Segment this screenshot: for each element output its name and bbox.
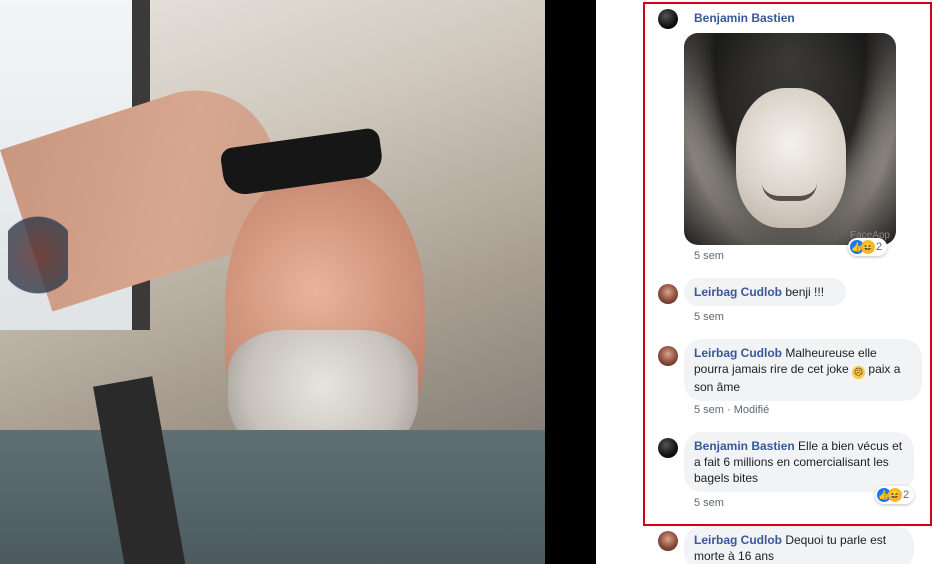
comment-author[interactable]: Leirbag Cudlob [694, 285, 782, 299]
comment-timestamp[interactable]: 5 sem [694, 250, 724, 262]
haha-icon: 😆 [861, 240, 875, 254]
comment-bubble: Leirbag Cudlob Dequoi tu parle est morte… [684, 526, 914, 564]
avatar[interactable] [658, 438, 678, 458]
comment-image[interactable]: FaceApp [684, 33, 896, 245]
comment-timestamp[interactable]: 5 sem · Modifié [694, 404, 769, 416]
comments-panel: Benjamin Bastien FaceApp 👍 😆 2 5 sem Lei… [596, 0, 944, 564]
reaction-count: 2 [876, 241, 883, 253]
haha-icon: 😆 [888, 488, 902, 502]
comment-bubble: Leirbag Cudlob benji !!! [684, 278, 846, 306]
comment-author[interactable]: Leirbag Cudlob [694, 533, 782, 547]
comment-author[interactable]: Leirbag Cudlob [694, 346, 782, 360]
avatar[interactable] [658, 346, 678, 366]
comment-author[interactable]: Benjamin Bastien [694, 439, 795, 453]
reaction-summary[interactable]: 👍 😆 2 [875, 486, 915, 504]
comment-timestamp[interactable]: 5 sem [694, 497, 724, 509]
comment-timestamp[interactable]: 5 sem [694, 311, 724, 323]
avatar[interactable] [658, 284, 678, 304]
avatar[interactable] [658, 9, 678, 29]
gray-shirt [0, 430, 545, 564]
arm-tattoo [8, 210, 68, 300]
comment-author[interactable]: Benjamin Bastien [694, 11, 795, 25]
selfie-photo[interactable] [0, 0, 545, 564]
comment-bubble: Leirbag Cudlob Malheureuse elle pourra j… [684, 339, 922, 401]
meme-face [736, 88, 846, 228]
comment-bubble: Benjamin Bastien Elle a bien vécus et a … [684, 432, 914, 492]
avatar[interactable] [658, 531, 678, 551]
reaction-count: 2 [903, 489, 910, 501]
reaction-summary[interactable]: 👍 😆 2 [848, 238, 888, 256]
sad-face-emoji-icon: ☹ [852, 366, 866, 379]
comment-text: benji !!! [785, 285, 825, 299]
